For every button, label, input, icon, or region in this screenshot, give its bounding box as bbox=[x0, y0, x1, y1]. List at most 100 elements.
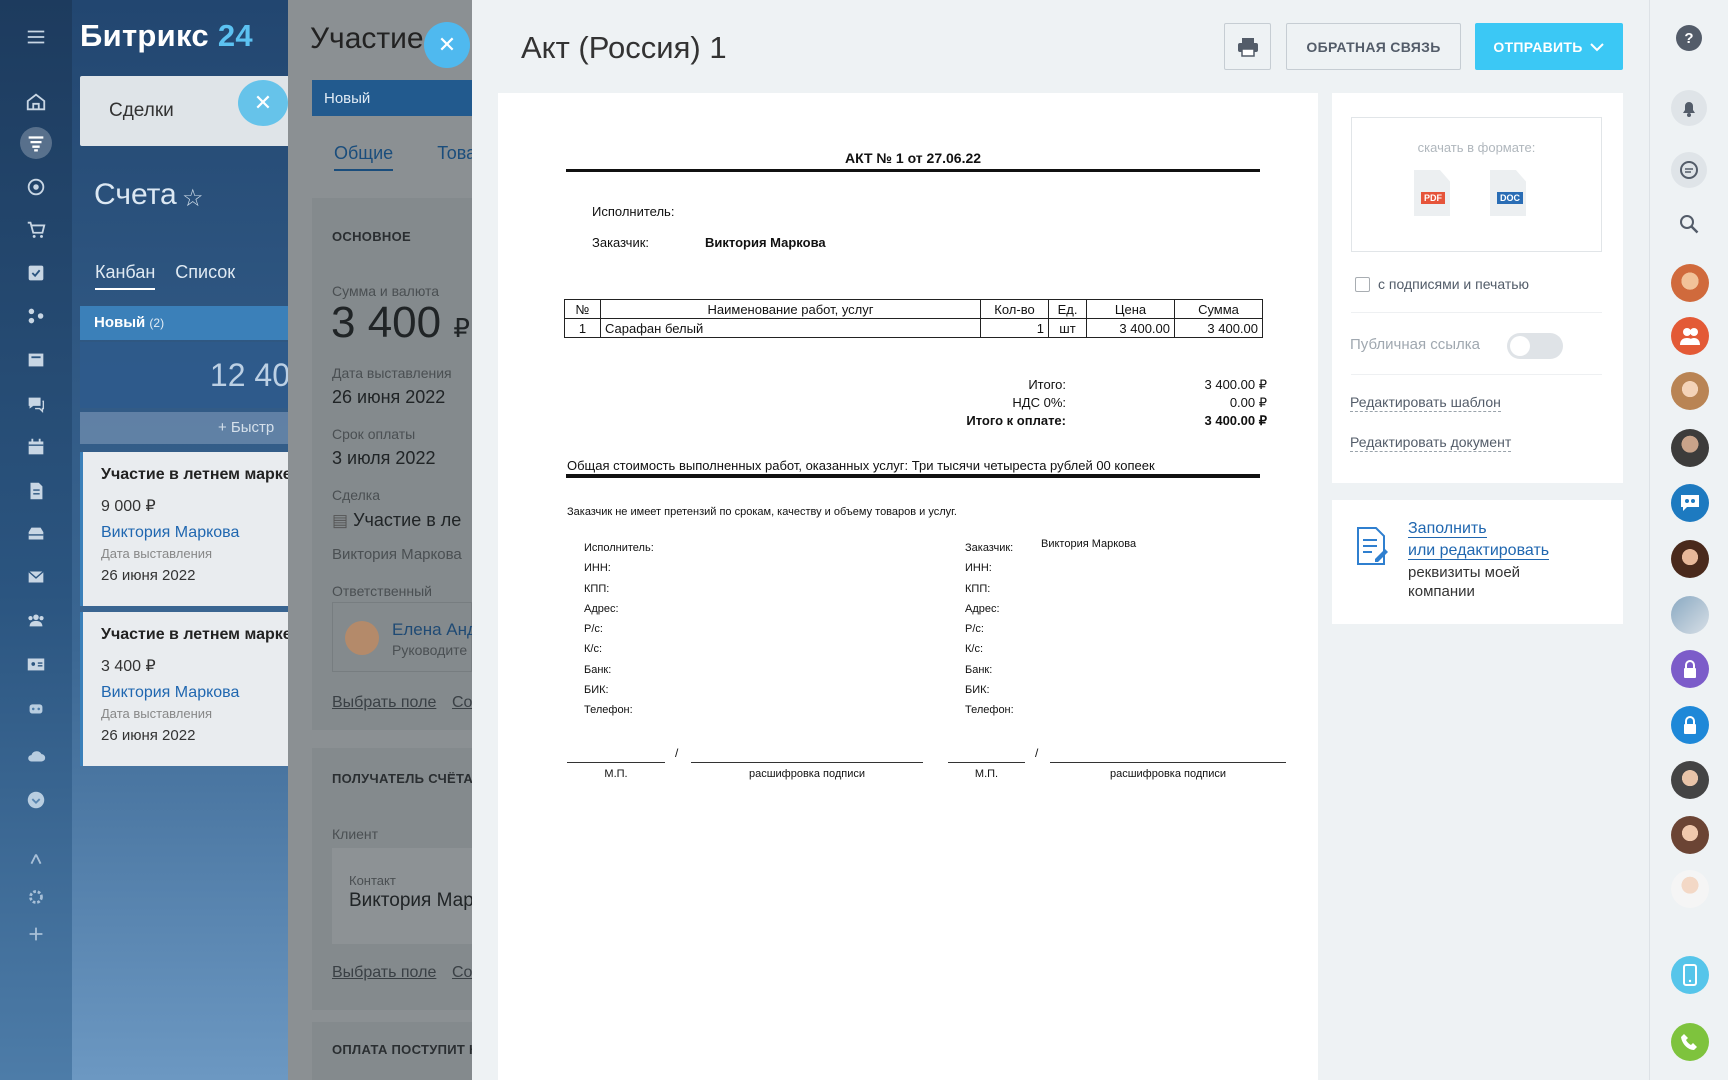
app-logo[interactable]: Битрикс 24 bbox=[80, 18, 253, 54]
print-button[interactable] bbox=[1224, 23, 1271, 70]
req-label: Телефон: bbox=[584, 704, 633, 717]
col-header: № bbox=[564, 299, 601, 319]
section-title: ОПЛАТА ПОСТУПИТ Н bbox=[332, 1042, 479, 1057]
tab-list[interactable]: Список bbox=[175, 262, 235, 288]
executor-requisites: Исполнитель: ИНН: КПП: Адрес: Р/с: К/с: … bbox=[584, 538, 654, 721]
kanban-card[interactable]: Участие в летнем марке 3 400 ₽ Виктория … bbox=[80, 612, 292, 766]
sign-checkbox-row[interactable]: с подписями и печатью bbox=[1355, 276, 1529, 292]
req-label: Банк: bbox=[965, 663, 993, 676]
document-title: Акт (Россия) 1 bbox=[521, 30, 727, 65]
group-icon[interactable] bbox=[20, 604, 52, 636]
avatar[interactable] bbox=[1671, 540, 1709, 578]
inbox-icon[interactable] bbox=[20, 518, 52, 550]
avatar[interactable] bbox=[1671, 264, 1709, 302]
summary-text: Общая стоимость выполненных работ, оказа… bbox=[567, 458, 1155, 473]
pdf-file-icon[interactable]: PDF bbox=[1414, 170, 1450, 216]
bell-icon[interactable] bbox=[1671, 90, 1707, 126]
menu-icon[interactable] bbox=[20, 21, 52, 53]
send-button[interactable]: ОТПРАВИТЬ bbox=[1475, 23, 1623, 70]
public-link-label: Публичная ссылка bbox=[1350, 336, 1480, 353]
deals-label: Сделки bbox=[109, 100, 174, 121]
chat-icon[interactable] bbox=[20, 388, 52, 420]
search-icon[interactable] bbox=[1671, 206, 1707, 242]
doc-file-icon[interactable]: DOC bbox=[1490, 170, 1526, 216]
choose-field-link[interactable]: Выбрать поле bbox=[332, 964, 436, 982]
mail-icon[interactable] bbox=[20, 561, 52, 593]
req-label: Адрес: bbox=[965, 602, 1000, 615]
chevron-down-icon bbox=[1589, 42, 1604, 51]
card-client-link[interactable]: Виктория Маркова bbox=[101, 684, 290, 702]
group-chat-icon[interactable] bbox=[1671, 317, 1709, 355]
due-value: 3 июля 2022 bbox=[332, 448, 436, 468]
tab-kanban[interactable]: Канбан bbox=[95, 262, 156, 290]
create-field-link[interactable]: Со bbox=[452, 694, 472, 712]
signature-line bbox=[1050, 762, 1286, 763]
lock-icon[interactable] bbox=[1671, 706, 1709, 744]
avatar[interactable] bbox=[1671, 372, 1709, 410]
req-label: К/с: bbox=[584, 643, 603, 656]
people-flow-icon[interactable] bbox=[20, 300, 52, 332]
executor-label: Исполнитель: bbox=[592, 204, 675, 219]
avatar[interactable] bbox=[1671, 816, 1709, 854]
cart-icon[interactable] bbox=[20, 214, 52, 246]
card-client-link[interactable]: Виктория Маркова bbox=[101, 524, 290, 542]
edit-template-link[interactable]: Редактировать шаблон bbox=[1350, 394, 1501, 412]
mobile-app-icon[interactable] bbox=[1671, 956, 1709, 994]
chat-bubble-icon[interactable] bbox=[1671, 152, 1707, 188]
close-icon[interactable]: ✕ bbox=[424, 22, 470, 68]
card-sum: 9 000 ₽ bbox=[101, 498, 156, 515]
deals-close-button[interactable]: ✕ bbox=[238, 80, 288, 126]
create-field-link[interactable]: Со bbox=[452, 964, 472, 982]
deal-value[interactable]: ▤ Участие в ле bbox=[332, 510, 461, 531]
check-icon[interactable] bbox=[20, 257, 52, 289]
gear-icon[interactable] bbox=[20, 881, 52, 913]
contact-card-icon[interactable] bbox=[20, 648, 52, 680]
sitemap-icon[interactable] bbox=[20, 844, 52, 876]
star-icon[interactable]: ☆ bbox=[182, 184, 204, 213]
tab-general[interactable]: Общие bbox=[334, 143, 394, 171]
req-label: КПП: bbox=[584, 582, 610, 595]
table-cell: 3 400.00 bbox=[1174, 318, 1263, 338]
vat-value: 0.00 ₽ bbox=[1229, 395, 1267, 410]
fill-requisites-link[interactable]: Заполнить или редактировать bbox=[1408, 518, 1550, 562]
phone-icon[interactable] bbox=[1671, 1023, 1709, 1061]
funnel-icon[interactable] bbox=[20, 127, 52, 159]
help-icon[interactable]: ? bbox=[1671, 20, 1707, 56]
kanban-card[interactable]: Участие в летнем марке 9 000 ₽ Виктория … bbox=[80, 452, 292, 606]
tab-products[interactable]: Това bbox=[437, 143, 476, 163]
total-label: Итого: bbox=[1028, 377, 1066, 392]
quick-add-button[interactable]: + Быстр bbox=[80, 412, 290, 444]
open-lines-icon[interactable] bbox=[1671, 484, 1709, 522]
avatar[interactable] bbox=[1671, 870, 1709, 908]
responsible-name[interactable]: Елена Анд bbox=[392, 620, 477, 640]
edit-document-link[interactable]: Редактировать документ bbox=[1350, 434, 1512, 452]
document-edit-icon bbox=[1357, 527, 1388, 565]
card-date-label: Дата выставления bbox=[101, 706, 213, 721]
calendar-icon[interactable] bbox=[20, 431, 52, 463]
newspaper-icon[interactable] bbox=[20, 344, 52, 376]
avatar[interactable] bbox=[1671, 429, 1709, 467]
kanban-column-sum: 12 40 bbox=[80, 342, 290, 408]
cloud-icon[interactable] bbox=[20, 740, 52, 772]
avatar[interactable] bbox=[1671, 596, 1709, 634]
kanban-column-header[interactable]: Новый (2) bbox=[80, 306, 290, 340]
choose-field-link[interactable]: Выбрать поле bbox=[332, 694, 436, 712]
download-box bbox=[1351, 117, 1602, 252]
contact-value: Виктория Мар bbox=[349, 890, 474, 911]
slash: / bbox=[1035, 746, 1039, 760]
document-icon[interactable] bbox=[20, 475, 52, 507]
lock-icon[interactable] bbox=[1671, 650, 1709, 688]
card-date: 26 июня 2022 bbox=[101, 727, 196, 744]
robot-icon[interactable] bbox=[20, 692, 52, 724]
sign-checkbox[interactable] bbox=[1355, 276, 1370, 292]
client-label: Клиент bbox=[332, 826, 379, 842]
section-title: ПОЛУЧАТЕЛЬ СЧЁТА bbox=[332, 771, 474, 786]
feedback-button[interactable]: ОБРАТНАЯ СВЯЗЬ bbox=[1286, 23, 1461, 70]
avatar[interactable] bbox=[1671, 761, 1709, 799]
chevron-down-circle-icon[interactable] bbox=[20, 784, 52, 816]
home-icon[interactable] bbox=[20, 86, 52, 118]
target-icon[interactable] bbox=[20, 171, 52, 203]
services-table: № Наименование работ, услуг Кол-во Ед. Ц… bbox=[564, 299, 1263, 338]
plus-icon[interactable] bbox=[20, 918, 52, 950]
stage-badge[interactable]: Новый bbox=[312, 80, 472, 116]
